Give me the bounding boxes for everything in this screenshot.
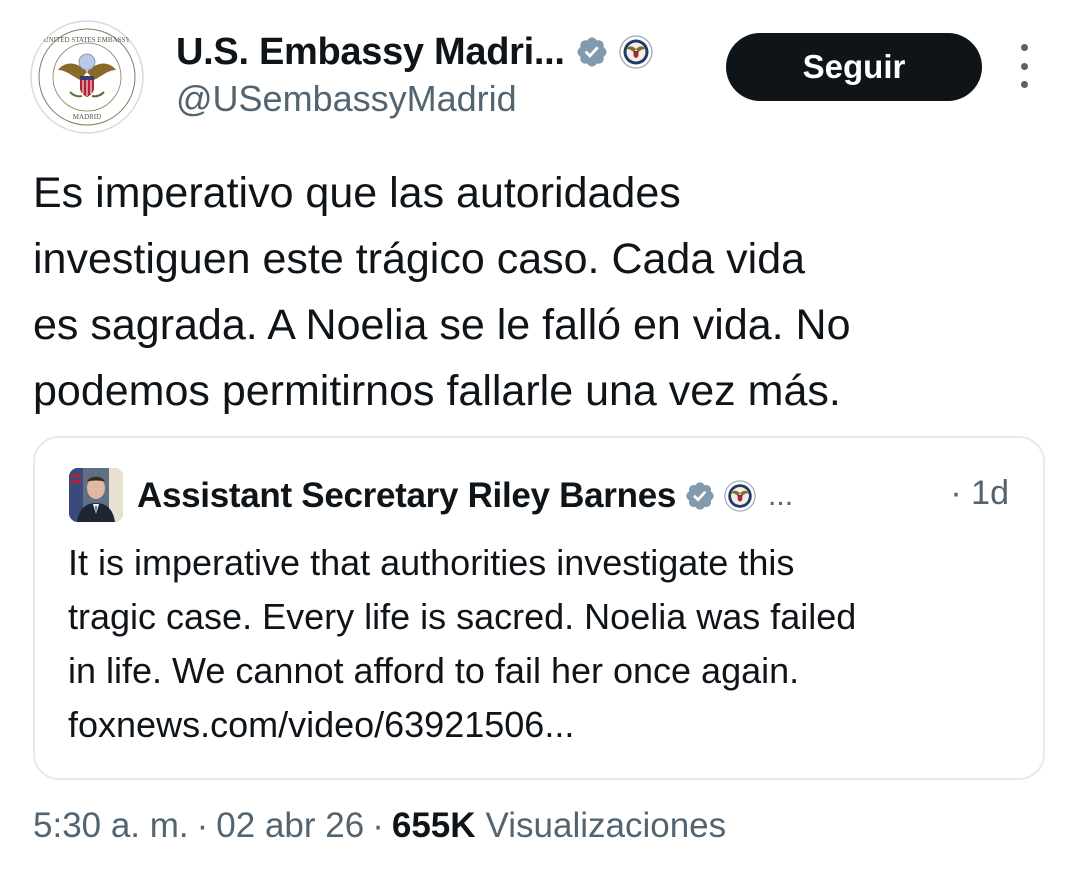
- author-handle[interactable]: @USembassyMadrid: [176, 78, 517, 120]
- quoted-text-line: tragic case. Every life is sacred. Noeli…: [68, 596, 857, 637]
- seal-top-text: UNITED STATES EMBASSY: [44, 36, 131, 44]
- more-dot: [1020, 81, 1028, 88]
- follow-button[interactable]: Seguir: [726, 33, 982, 101]
- tweet-text-line: podemos permitirnos fallarle una vez más…: [33, 367, 841, 415]
- more-options-icon[interactable]: [1012, 44, 1036, 88]
- quoted-text-line: in life. We cannot afford to fail her on…: [68, 650, 800, 691]
- person-avatar-icon: [69, 468, 123, 522]
- quoted-author-name[interactable]: Assistant Secretary Riley Barnes: [137, 476, 676, 516]
- time-separator: ·: [950, 474, 962, 512]
- state-department-seal-icon: [619, 35, 653, 69]
- more-dot: [1020, 62, 1028, 70]
- quoted-author-row[interactable]: Assistant Secretary Riley Barnes ...: [137, 472, 793, 520]
- quoted-author-avatar[interactable]: [69, 468, 123, 522]
- quoted-tweet-card[interactable]: Assistant Secretary Riley Barnes ... · 1…: [33, 436, 1045, 780]
- tweet-date[interactable]: 02 abr 26: [216, 806, 364, 846]
- seal-bottom-text: MADRID: [73, 113, 101, 121]
- more-dot: [1020, 44, 1028, 51]
- quoted-link[interactable]: foxnews.com/video/63921506...: [68, 698, 1018, 752]
- quoted-text-line: It is imperative that authorities invest…: [68, 542, 795, 583]
- quoted-time[interactable]: 1d: [971, 474, 1009, 512]
- verified-badge-icon: [686, 482, 714, 510]
- embassy-seal-icon: UNITED STATES EMBASSY MADRID: [30, 20, 144, 134]
- quoted-time-row[interactable]: · 1d: [950, 474, 1009, 513]
- tweet-text-line: investiguen este trágico caso. Cada vida: [33, 235, 806, 283]
- state-department-seal-icon: [724, 480, 756, 512]
- tweet-text-line: es sagrada. A Noelia se le falló en vida…: [33, 301, 851, 349]
- tweet-text: Es imperativo que las autoridades invest…: [33, 160, 1043, 424]
- views-label: Visualizaciones: [485, 806, 727, 845]
- tweet-text-line: Es imperativo que las autoridades: [33, 169, 681, 217]
- author-name-row[interactable]: U.S. Embassy Madri...: [176, 26, 653, 78]
- tweet-meta: 5:30 a. m. · 02 abr 26 · 655K Visualizac…: [33, 806, 726, 846]
- embassy-avatar[interactable]: UNITED STATES EMBASSY MADRID: [30, 20, 144, 134]
- meta-separator: ·: [196, 806, 209, 845]
- tweet-time[interactable]: 5:30 a. m.: [33, 806, 189, 846]
- views-count[interactable]: 655K: [392, 806, 476, 846]
- name-truncation-ellipsis: ...: [768, 479, 794, 512]
- verified-badge-icon: [577, 37, 607, 67]
- meta-separator: ·: [372, 806, 384, 845]
- author-display-name[interactable]: U.S. Embassy Madri...: [176, 31, 565, 74]
- quoted-tweet-text: It is imperative that authorities invest…: [68, 536, 1018, 752]
